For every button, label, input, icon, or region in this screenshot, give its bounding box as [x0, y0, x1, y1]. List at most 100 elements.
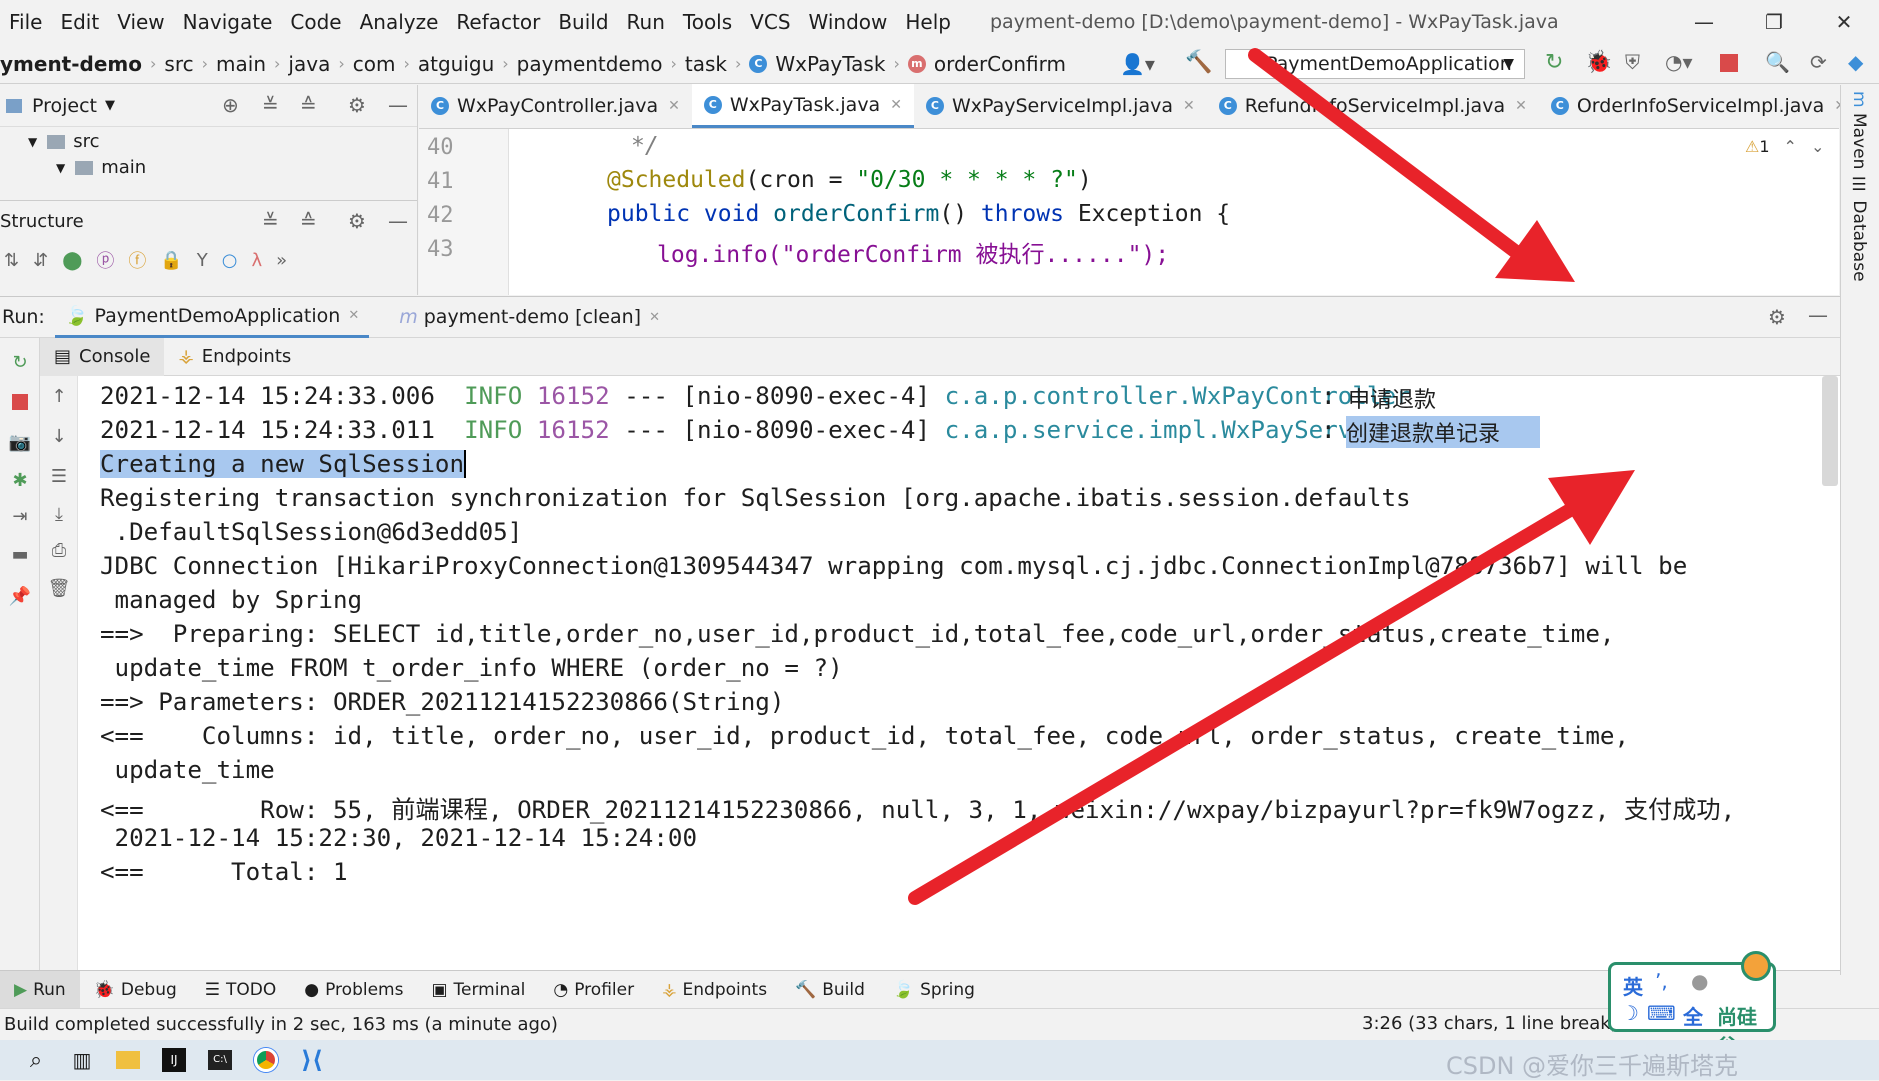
- gear-icon[interactable]: ⚙: [1768, 305, 1786, 329]
- caret-position[interactable]: 3:26 (33 chars, 1 line break): [1362, 1013, 1618, 1034]
- chevron-up-icon[interactable]: ⌃: [1784, 137, 1797, 156]
- menu-code[interactable]: Code: [281, 10, 350, 34]
- menu-file[interactable]: File: [0, 10, 51, 34]
- tool-tab-todo[interactable]: ☰ TODO: [191, 971, 291, 1009]
- close-icon[interactable]: ✕: [348, 308, 359, 323]
- sort-visibility-icon[interactable]: ⇵: [33, 250, 48, 271]
- menu-tools[interactable]: Tools: [674, 10, 741, 34]
- console-output[interactable]: 2021-12-14 15:24:33.006 INFO 16152 --- […: [78, 376, 1840, 970]
- menu-navigate[interactable]: Navigate: [174, 10, 282, 34]
- hide-icon[interactable]: —: [1808, 303, 1828, 327]
- arrow-down-icon[interactable]: ↓: [47, 424, 71, 448]
- menu-edit[interactable]: Edit: [51, 10, 108, 34]
- coverage-icon[interactable]: ⛨: [1625, 50, 1640, 74]
- chevron-down-icon[interactable]: ▼: [105, 98, 115, 113]
- menu-analyze[interactable]: Analyze: [351, 10, 448, 34]
- breadcrumb-project[interactable]: yment-demo: [0, 52, 148, 76]
- intellij-icon[interactable]: IJ: [152, 1040, 196, 1080]
- exit-icon[interactable]: ⇥: [8, 504, 32, 528]
- show-inherited-icon[interactable]: ⓕ: [128, 247, 146, 273]
- cmd-icon[interactable]: C:\: [198, 1040, 242, 1080]
- tree-item-main[interactable]: ▼ main: [56, 157, 146, 178]
- show-anonymous-icon[interactable]: ○: [222, 250, 238, 271]
- scroll-to-end-icon[interactable]: ⤓: [47, 502, 71, 526]
- scrollbar-thumb[interactable]: [1822, 376, 1838, 486]
- database-tool-tab[interactable]: ☰ Database: [1849, 175, 1869, 282]
- tab-refundinfoserviceimpl[interactable]: C RefundInfoServiceImpl.java ✕: [1207, 84, 1539, 128]
- stop-icon[interactable]: [1720, 54, 1738, 72]
- close-icon[interactable]: ✕: [890, 97, 902, 113]
- project-panel-title[interactable]: Project: [32, 95, 97, 117]
- menu-run[interactable]: Run: [618, 10, 674, 34]
- run-tab-payment-demo-clean[interactable]: m payment-demo [clean] ✕: [389, 296, 670, 338]
- run-tab-paymentdemoapplication[interactable]: 🍃 PaymentDemoApplication ✕: [54, 296, 370, 338]
- show-nonpublic-icon[interactable]: 🔒: [160, 250, 182, 271]
- breadcrumb-atguigu[interactable]: atguigu: [412, 52, 500, 76]
- rerun-icon[interactable]: ↻: [8, 350, 32, 374]
- tool-tab-build[interactable]: 🔨 Build: [781, 971, 879, 1009]
- close-icon[interactable]: ✕: [668, 98, 680, 114]
- minimize-icon[interactable]: —: [1669, 0, 1739, 44]
- code-area[interactable]: */ @Scheduled(cron = "0/30 * * * * ?") p…: [511, 129, 1839, 295]
- sort-alpha-icon[interactable]: ⇅: [4, 250, 19, 271]
- arrow-up-icon[interactable]: ↑: [47, 384, 71, 408]
- gear-icon[interactable]: ⚙: [348, 93, 366, 117]
- trash-icon[interactable]: 🗑: [47, 576, 71, 600]
- inspection-widget[interactable]: ⚠ 1 ⌃ ⌄: [1745, 137, 1824, 156]
- close-icon[interactable]: ✕: [1183, 98, 1195, 114]
- pin-icon[interactable]: 📌: [8, 584, 32, 608]
- layout-icon[interactable]: ▬: [8, 542, 32, 566]
- debug-icon[interactable]: ✱: [8, 468, 32, 492]
- search-icon[interactable]: ⌕: [14, 1040, 58, 1080]
- close-icon[interactable]: ✕: [649, 310, 660, 325]
- menu-help[interactable]: Help: [896, 10, 960, 34]
- user-icon[interactable]: 👤▾: [1120, 52, 1155, 76]
- tab-wxpaytask[interactable]: C WxPayTask.java ✕: [691, 84, 914, 128]
- maven-tool-tab[interactable]: m Maven: [1849, 91, 1869, 169]
- soft-wrap-icon[interactable]: ☰: [47, 464, 71, 488]
- expand-all-icon[interactable]: ≚: [262, 93, 279, 117]
- menu-window[interactable]: Window: [800, 10, 897, 34]
- run-configuration-select[interactable]: PaymentDemoApplication ▼: [1225, 49, 1525, 79]
- gear-icon[interactable]: ⚙: [348, 209, 366, 233]
- chrome-icon[interactable]: [244, 1040, 288, 1080]
- menu-view[interactable]: View: [108, 10, 173, 34]
- hammer-icon[interactable]: 🔨: [1185, 50, 1212, 75]
- hide-icon[interactable]: —: [388, 93, 408, 117]
- chevron-down-icon[interactable]: ⌄: [1811, 137, 1824, 156]
- breadcrumb-wxpaytask[interactable]: C WxPayTask: [743, 52, 891, 76]
- show-properties-icon[interactable]: ⓟ: [96, 247, 114, 273]
- breadcrumb-paymentdemo[interactable]: paymentdemo: [511, 52, 669, 76]
- tab-orderinfoserviceimpl[interactable]: COrderInfoServiceImpl.java✕: [1539, 84, 1858, 128]
- hide-icon[interactable]: —: [388, 209, 408, 233]
- breadcrumb-java[interactable]: java: [282, 52, 336, 76]
- tab-wxpaycontroller[interactable]: C WxPayController.java ✕: [419, 84, 692, 128]
- locate-icon[interactable]: ⊕: [222, 93, 239, 117]
- close-icon[interactable]: ✕: [1809, 0, 1879, 44]
- show-hierarchy-icon[interactable]: Y: [197, 250, 208, 271]
- tool-tab-spring[interactable]: 🍃 Spring: [879, 971, 989, 1009]
- close-icon[interactable]: ✕: [1515, 98, 1527, 114]
- tool-tab-endpoints[interactable]: ⚶ Endpoints: [648, 971, 781, 1009]
- show-lambdas-icon[interactable]: λ: [251, 250, 262, 271]
- stop-icon[interactable]: [8, 390, 32, 414]
- tab-endpoints[interactable]: ⚶ Endpoints: [164, 338, 305, 376]
- menu-refactor[interactable]: Refactor: [447, 10, 549, 34]
- more-icon[interactable]: »: [276, 250, 287, 271]
- collapse-all-icon[interactable]: ≙: [300, 93, 317, 117]
- restore-icon[interactable]: ❐: [1739, 0, 1809, 44]
- tool-tab-terminal[interactable]: ▣ Terminal: [417, 971, 539, 1009]
- search-icon[interactable]: 🔍: [1765, 50, 1790, 74]
- menu-build[interactable]: Build: [549, 10, 617, 34]
- print-icon[interactable]: ⎙: [47, 538, 71, 562]
- vscode-icon[interactable]: ⟩⟨: [290, 1040, 334, 1080]
- ime-widget[interactable]: 英 ʼ, ● ☽ ⌨ 全 尚硅谷: [1608, 951, 1776, 1058]
- breadcrumb-task[interactable]: task: [679, 52, 733, 76]
- breadcrumb-orderconfirm[interactable]: m orderConfirm: [902, 52, 1072, 76]
- structure-panel-title[interactable]: Structure: [0, 211, 84, 232]
- tool-tab-debug[interactable]: 🐞 Debug: [80, 971, 191, 1009]
- menu-vcs[interactable]: VCS: [741, 10, 799, 34]
- tab-console[interactable]: ▤ Console: [40, 337, 165, 376]
- tree-item-src[interactable]: ▼ src: [28, 131, 100, 152]
- debug-icon[interactable]: 🐞: [1585, 50, 1612, 75]
